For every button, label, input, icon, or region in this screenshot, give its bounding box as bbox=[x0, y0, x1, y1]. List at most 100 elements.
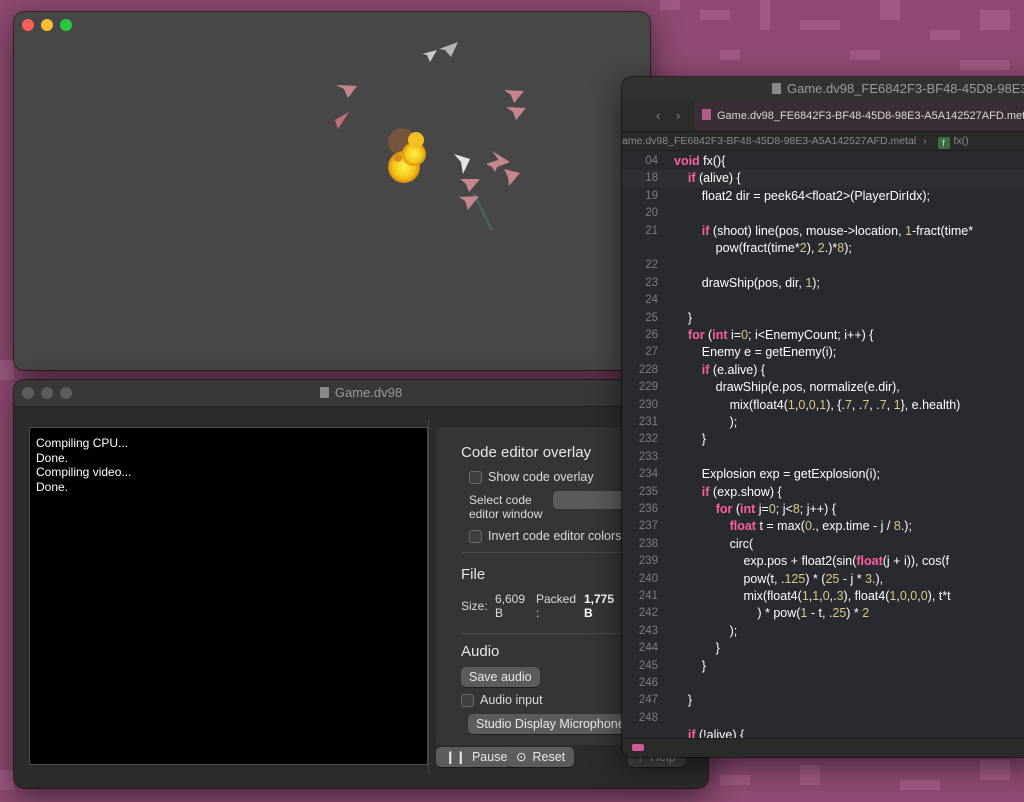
code-line[interactable]: 24 bbox=[622, 292, 1024, 309]
code-line[interactable]: 230 mix(float4(1,0,0,1), {.7, .7, .7, 1}… bbox=[622, 397, 1024, 414]
invert-colors-checkbox[interactable]: Invert code editor colors bbox=[469, 529, 621, 543]
code-line[interactable]: 21 if (shoot) line(pos, mouse->location,… bbox=[622, 223, 1024, 240]
debug-marker-icon bbox=[632, 744, 644, 751]
code-line[interactable]: 235 if (exp.show) { bbox=[622, 484, 1024, 501]
code-text: mix(float4(1,0,0,1), {.7, .7, .7, 1}, e.… bbox=[674, 397, 961, 412]
game-canvas[interactable] bbox=[14, 12, 650, 370]
code-line[interactable]: 240 pow(t, .125) * (25 - j * 3.), bbox=[622, 571, 1024, 588]
line-number: 26 bbox=[645, 329, 658, 341]
console-line: Compiling CPU... bbox=[36, 436, 129, 450]
back-icon[interactable]: ‹ bbox=[656, 108, 660, 123]
line-number: 232 bbox=[638, 433, 658, 446]
function-icon: f bbox=[937, 137, 950, 149]
explosion bbox=[388, 128, 426, 183]
code-line[interactable]: 244 } bbox=[622, 640, 1024, 657]
code-line[interactable]: 248 bbox=[622, 710, 1024, 727]
save-audio-button[interactable]: Save audio bbox=[461, 667, 540, 687]
control-window[interactable]: Game.dv98 Compiling CPU... Done. Compili… bbox=[14, 380, 708, 788]
line-number: 238 bbox=[638, 537, 658, 550]
reset-button[interactable]: ⊙ Reset bbox=[507, 747, 575, 767]
close-button[interactable] bbox=[22, 387, 34, 399]
code-line[interactable]: 18 if (alive) { bbox=[622, 170, 1024, 188]
code-line[interactable]: 234 Explosion exp = getExplosion(i); bbox=[622, 466, 1024, 483]
code-text: float2 dir = peek64<float2>(PlayerDirIdx… bbox=[674, 188, 931, 203]
code-editor-window[interactable]: Game.dv98_FE6842F3-BF48-45D8-98E3- ‹ › G… bbox=[622, 77, 1024, 757]
line-number: 241 bbox=[638, 590, 658, 602]
line-number: 248 bbox=[638, 711, 658, 724]
code-line[interactable]: 228 if (e.alive) { bbox=[622, 362, 1024, 379]
code-line[interactable]: 27 Enemy e = getEnemy(i); bbox=[622, 344, 1024, 361]
line-number: 233 bbox=[638, 450, 658, 463]
show-code-overlay-checkbox[interactable]: Show code overlay bbox=[469, 470, 594, 484]
minimize-button[interactable] bbox=[41, 387, 53, 399]
code-line[interactable]: 241 mix(float4(1,1,0,.3), float4(1,0,0,0… bbox=[622, 588, 1024, 605]
zoom-button[interactable] bbox=[60, 387, 72, 399]
forward-icon[interactable]: › bbox=[676, 108, 680, 123]
code-line[interactable]: 23 drawShip(pos, dir, 1); bbox=[622, 275, 1024, 292]
code-line[interactable]: 231 ); bbox=[622, 414, 1024, 431]
code-line[interactable]: 232 } bbox=[622, 431, 1024, 448]
console-output[interactable]: Compiling CPU... Done. Compiling video..… bbox=[29, 427, 428, 765]
code-line[interactable]: 236 for (int j=0; j<8; j++) { bbox=[622, 501, 1024, 518]
console-line: Done. bbox=[36, 479, 69, 494]
code-line[interactable]: 20 bbox=[622, 205, 1024, 222]
line-number: 237 bbox=[638, 520, 658, 533]
breadcrumb-file[interactable]: ame.dv98_FE6842F3-BF48-45D8-98E3-A5A1425… bbox=[622, 135, 916, 147]
code-line[interactable]: 247 } bbox=[622, 692, 1024, 709]
code-text: ); bbox=[674, 623, 738, 638]
line-number: 22 bbox=[645, 259, 658, 272]
checkbox[interactable] bbox=[469, 470, 482, 484]
split-divider[interactable] bbox=[428, 420, 429, 774]
code-line[interactable]: 239 exp.pos + float2(sin(float(j + i)), … bbox=[622, 553, 1024, 570]
window-title: Game.dv98 bbox=[334, 385, 403, 400]
enemy-ship bbox=[504, 90, 524, 103]
line-number: 246 bbox=[638, 677, 658, 689]
code-line[interactable]: 233 bbox=[622, 449, 1024, 466]
window-titlebar[interactable]: Game.dv98 bbox=[14, 380, 708, 407]
pause-button[interactable]: ❙❙ Pause bbox=[436, 747, 517, 767]
code-text: ) * pow(1 - t, .25) * 2 bbox=[674, 606, 870, 621]
code-line[interactable]: 229 drawShip(e.pos, normalize(e.dir), bbox=[622, 379, 1024, 396]
line-number: 231 bbox=[638, 416, 658, 428]
line-number: 25 bbox=[645, 311, 658, 324]
line-number: 04 bbox=[645, 155, 658, 167]
code-line[interactable]: 22 bbox=[622, 257, 1024, 274]
microphone-select[interactable]: Studio Display Microphone bbox=[468, 714, 633, 734]
code-line[interactable]: 243 ); bbox=[622, 623, 1024, 640]
enemy-ship bbox=[422, 50, 437, 62]
line-number: 243 bbox=[638, 624, 658, 637]
code-line[interactable]: pow(fract(time*2), 2.)*8); bbox=[622, 240, 1024, 257]
metal-file-icon bbox=[702, 109, 711, 120]
code-line[interactable]: 242 ) * pow(1 - t, .25) * 2 bbox=[622, 605, 1024, 622]
code-text: float t = max(0., exp.time - j / 8.); bbox=[729, 519, 912, 534]
code-text: pow(t, .125) * (25 - j * 3.), bbox=[674, 571, 884, 586]
breadcrumb-symbol[interactable]: fx() bbox=[954, 135, 969, 147]
code-editor-overlay-heading: Code editor overlay bbox=[461, 444, 592, 461]
document-icon bbox=[772, 83, 781, 94]
line-number: 24 bbox=[645, 294, 658, 307]
code-line[interactable]: 04 void fx(){ bbox=[622, 153, 1024, 170]
code-line[interactable]: 237 float t = max(0., exp.time - j / 8.)… bbox=[622, 518, 1024, 535]
code-area[interactable]: 04 void fx(){18 if (alive) {19 float2 dir… bbox=[622, 153, 1024, 742]
game-window[interactable] bbox=[14, 12, 650, 370]
section-divider bbox=[461, 552, 641, 553]
code-line[interactable]: 245 } bbox=[622, 658, 1024, 675]
checkbox[interactable] bbox=[461, 693, 474, 707]
editor-tab[interactable]: Game.dv98_FE6842F3-BF48-45D8-98E3-A5A142… bbox=[694, 101, 1024, 131]
window-titlebar[interactable]: Game.dv98_FE6842F3-BF48-45D8-98E3- bbox=[622, 77, 1024, 101]
enemy-ship bbox=[459, 196, 479, 210]
breadcrumb[interactable]: ame.dv98_FE6842F3-BF48-45D8-98E3-A5A1425… bbox=[622, 132, 1024, 151]
code-text: } bbox=[674, 693, 693, 708]
code-line[interactable]: 238 circ( bbox=[622, 536, 1024, 553]
code-text: for (int i=0; i<EnemyCount; i++) { bbox=[687, 328, 874, 342]
code-line[interactable]: 19 float2 dir = peek64<float2>(PlayerDir… bbox=[622, 188, 1024, 205]
enemy-ship bbox=[336, 85, 357, 98]
code-line[interactable]: 25 } bbox=[622, 310, 1024, 327]
code-line[interactable]: 26 for (int i=0; i<EnemyCount; i++) { bbox=[622, 327, 1024, 344]
audio-input-checkbox[interactable]: Audio input bbox=[461, 693, 543, 707]
console-line: Compiling video... bbox=[36, 465, 132, 479]
checkbox[interactable] bbox=[469, 529, 482, 543]
window-title: Game.dv98_FE6842F3-BF48-45D8-98E3- bbox=[787, 81, 1024, 96]
code-line[interactable]: 246 bbox=[622, 675, 1024, 692]
line-number: 23 bbox=[645, 276, 658, 289]
